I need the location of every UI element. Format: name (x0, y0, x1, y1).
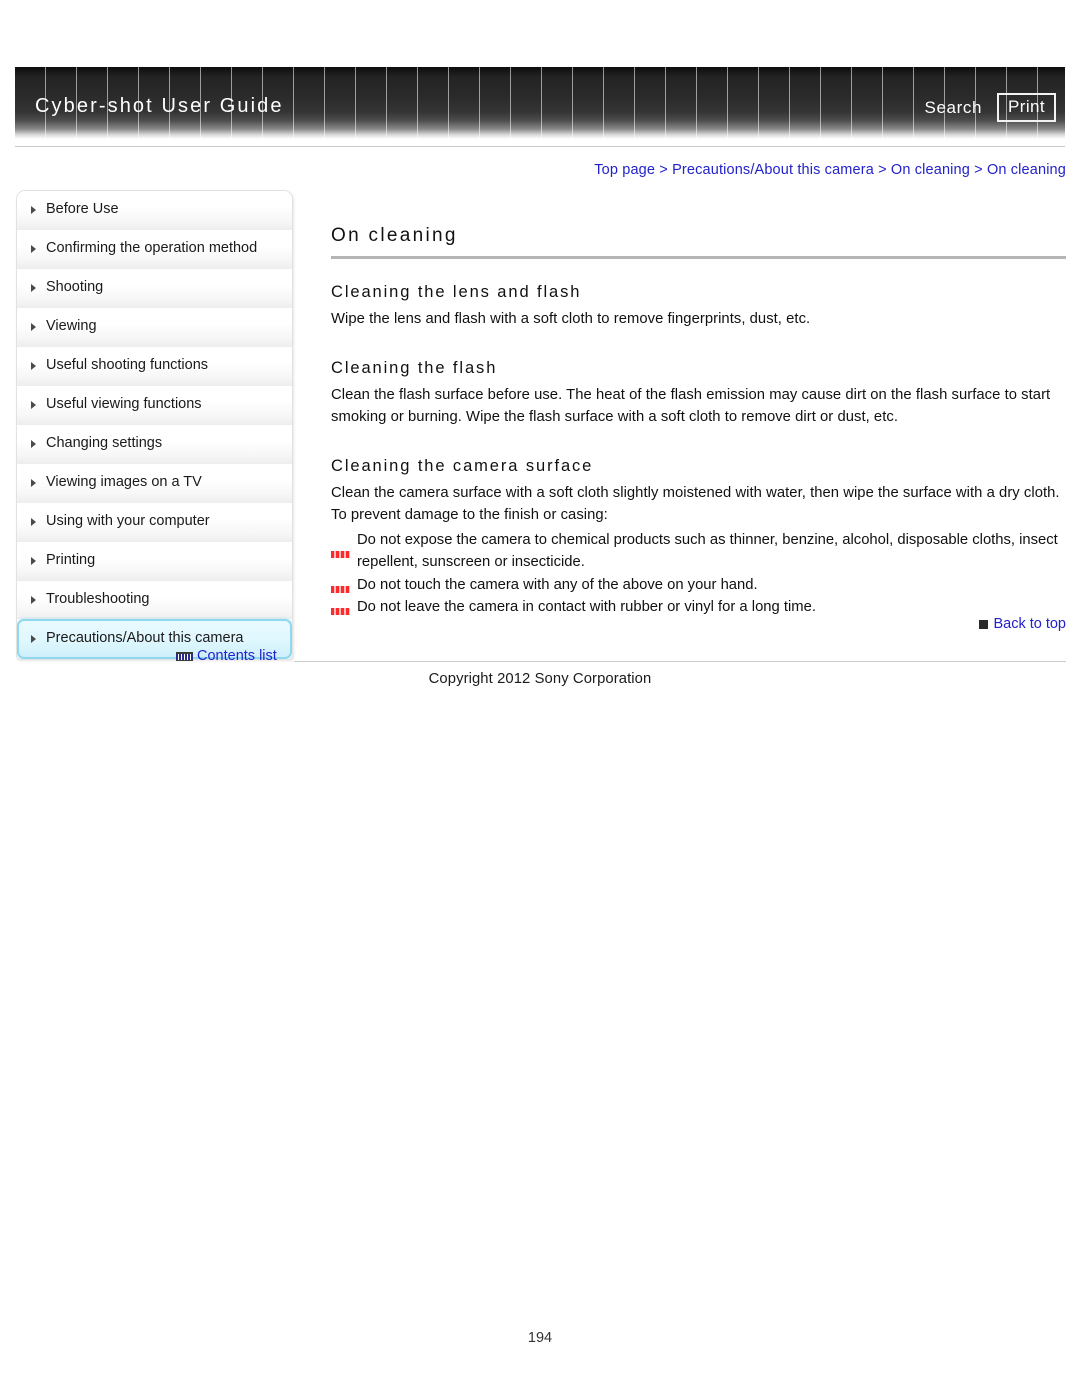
contents-list-link[interactable]: Contents list (176, 648, 277, 664)
copyright-text: Copyright 2012 Sony Corporation (428, 671, 652, 687)
footer-divider (294, 661, 1066, 662)
sidebar-item-shooting[interactable]: Shooting (17, 268, 292, 307)
section-container: Cleaning the lens and flash Wipe the lens… (331, 283, 1066, 619)
section-bullet-list-2: Do not expose the camera to chemical pro… (331, 529, 1066, 619)
triangle-right-icon (31, 206, 36, 214)
square-bullet-icon (979, 619, 989, 629)
back-to-top-link[interactable]: Back to top (979, 616, 1066, 632)
sidebar-item-troubleshooting[interactable]: Troubleshooting (17, 580, 292, 619)
breadcrumb-item-0[interactable]: Top page (594, 162, 655, 178)
section-paragraph-2: Clean the camera surface with a soft clo… (331, 484, 1060, 524)
sidebar-item-useful-viewing-functions[interactable]: Useful viewing functions (17, 385, 292, 424)
breadcrumb-item-3[interactable]: On cleaning (987, 162, 1066, 178)
triangle-right-icon (31, 479, 36, 487)
page-title: On cleaning (331, 225, 458, 246)
section-paragraph-0: Wipe the lens and flash with a soft clot… (331, 311, 811, 327)
section-heading-0: Cleaning the lens and flash (331, 283, 582, 301)
list-item-label: Do not expose the camera to chemical pro… (357, 531, 1058, 571)
sidebar-item-label: Before Use (46, 201, 119, 217)
triangle-right-icon (31, 401, 36, 409)
red-dash-bullet-icon (331, 550, 350, 558)
breadcrumb-separator: > (873, 162, 891, 178)
breadcrumb-separator: > (655, 162, 673, 178)
triangle-right-icon (31, 518, 36, 526)
triangle-right-icon (31, 362, 36, 370)
section-paragraph-1: Clean the flash surface before use. The … (331, 386, 1051, 426)
triangle-right-icon (31, 284, 36, 292)
sidebar-item-label: Changing settings (46, 435, 163, 451)
breadcrumb-separator: > (969, 162, 987, 178)
sidebar-item-label: Viewing (46, 318, 97, 334)
sidebar-nav: Before Use Confirming the operation metho… (16, 190, 293, 660)
sidebar-item-confirming-the-operation-method[interactable]: Confirming the operation method (17, 229, 292, 268)
list-item: Do not touch the camera with any of the … (331, 574, 1066, 597)
sidebar-item-viewing-images-on-a-tv[interactable]: Viewing images on a TV (17, 463, 292, 502)
red-dash-bullet-icon (331, 585, 350, 593)
sidebar-item-before-use[interactable]: Before Use (17, 191, 292, 229)
sidebar-item-changing-settings[interactable]: Changing settings (17, 424, 292, 463)
triangle-right-icon (31, 323, 36, 331)
sidebar-item-label: Printing (46, 552, 96, 568)
triangle-right-icon (31, 557, 36, 565)
title-divider (331, 256, 1066, 259)
sidebar-item-label: Confirming the operation method (46, 240, 258, 256)
triangle-right-icon (31, 245, 36, 253)
site-title: Cyber-shot User Guide (35, 95, 284, 117)
sidebar-item-label: Useful viewing functions (46, 396, 202, 412)
sidebar-item-label: Useful shooting functions (46, 357, 209, 373)
main-content: On cleaning Cleaning the lens and flash W… (331, 225, 1066, 619)
triangle-right-icon (31, 596, 36, 604)
sidebar-item-using-with-your-computer[interactable]: Using with your computer (17, 502, 292, 541)
triangle-right-icon (31, 635, 36, 643)
site-header: Cyber-shot User Guide Search Print (15, 67, 1065, 139)
sidebar-item-label: Viewing images on a TV (46, 474, 202, 490)
sidebar-item-label: Precautions/About this camera (46, 630, 244, 646)
breadcrumb-item-1[interactable]: Precautions/About this camera (672, 162, 874, 178)
section-heading-1: Cleaning the flash (331, 358, 498, 377)
sidebar-item-viewing[interactable]: Viewing (17, 307, 292, 346)
section-heading-2: Cleaning the camera surface (331, 456, 594, 475)
sidebar-item-label: Using with your computer (46, 513, 210, 529)
red-dash-bullet-icon (331, 608, 350, 615)
list-icon (176, 651, 193, 661)
sidebar-item-useful-shooting-functions[interactable]: Useful shooting functions (17, 346, 292, 385)
header-divider (15, 146, 1065, 147)
breadcrumb-item-2[interactable]: On cleaning (891, 162, 970, 178)
breadcrumb: Top page > Precautions/About this camera… (594, 162, 1066, 178)
list-item-label: Do not touch the camera with any of the … (357, 576, 758, 593)
search-button[interactable]: Search (925, 98, 982, 118)
triangle-right-icon (31, 440, 36, 448)
print-button[interactable]: Print (997, 93, 1056, 122)
list-item-label: Do not leave the camera in contact with … (357, 599, 816, 615)
sidebar-item-label: Troubleshooting (46, 591, 150, 607)
page-number: 194 (527, 1330, 553, 1346)
sidebar-item-printing[interactable]: Printing (17, 541, 292, 580)
sidebar-item-label: Shooting (46, 279, 104, 295)
contents-list-label: Contents list (197, 648, 277, 664)
back-to-top-label: Back to top (993, 616, 1066, 632)
list-item: Do not expose the camera to chemical pro… (331, 529, 1066, 574)
list-item: Do not leave the camera in contact with … (331, 596, 1066, 619)
